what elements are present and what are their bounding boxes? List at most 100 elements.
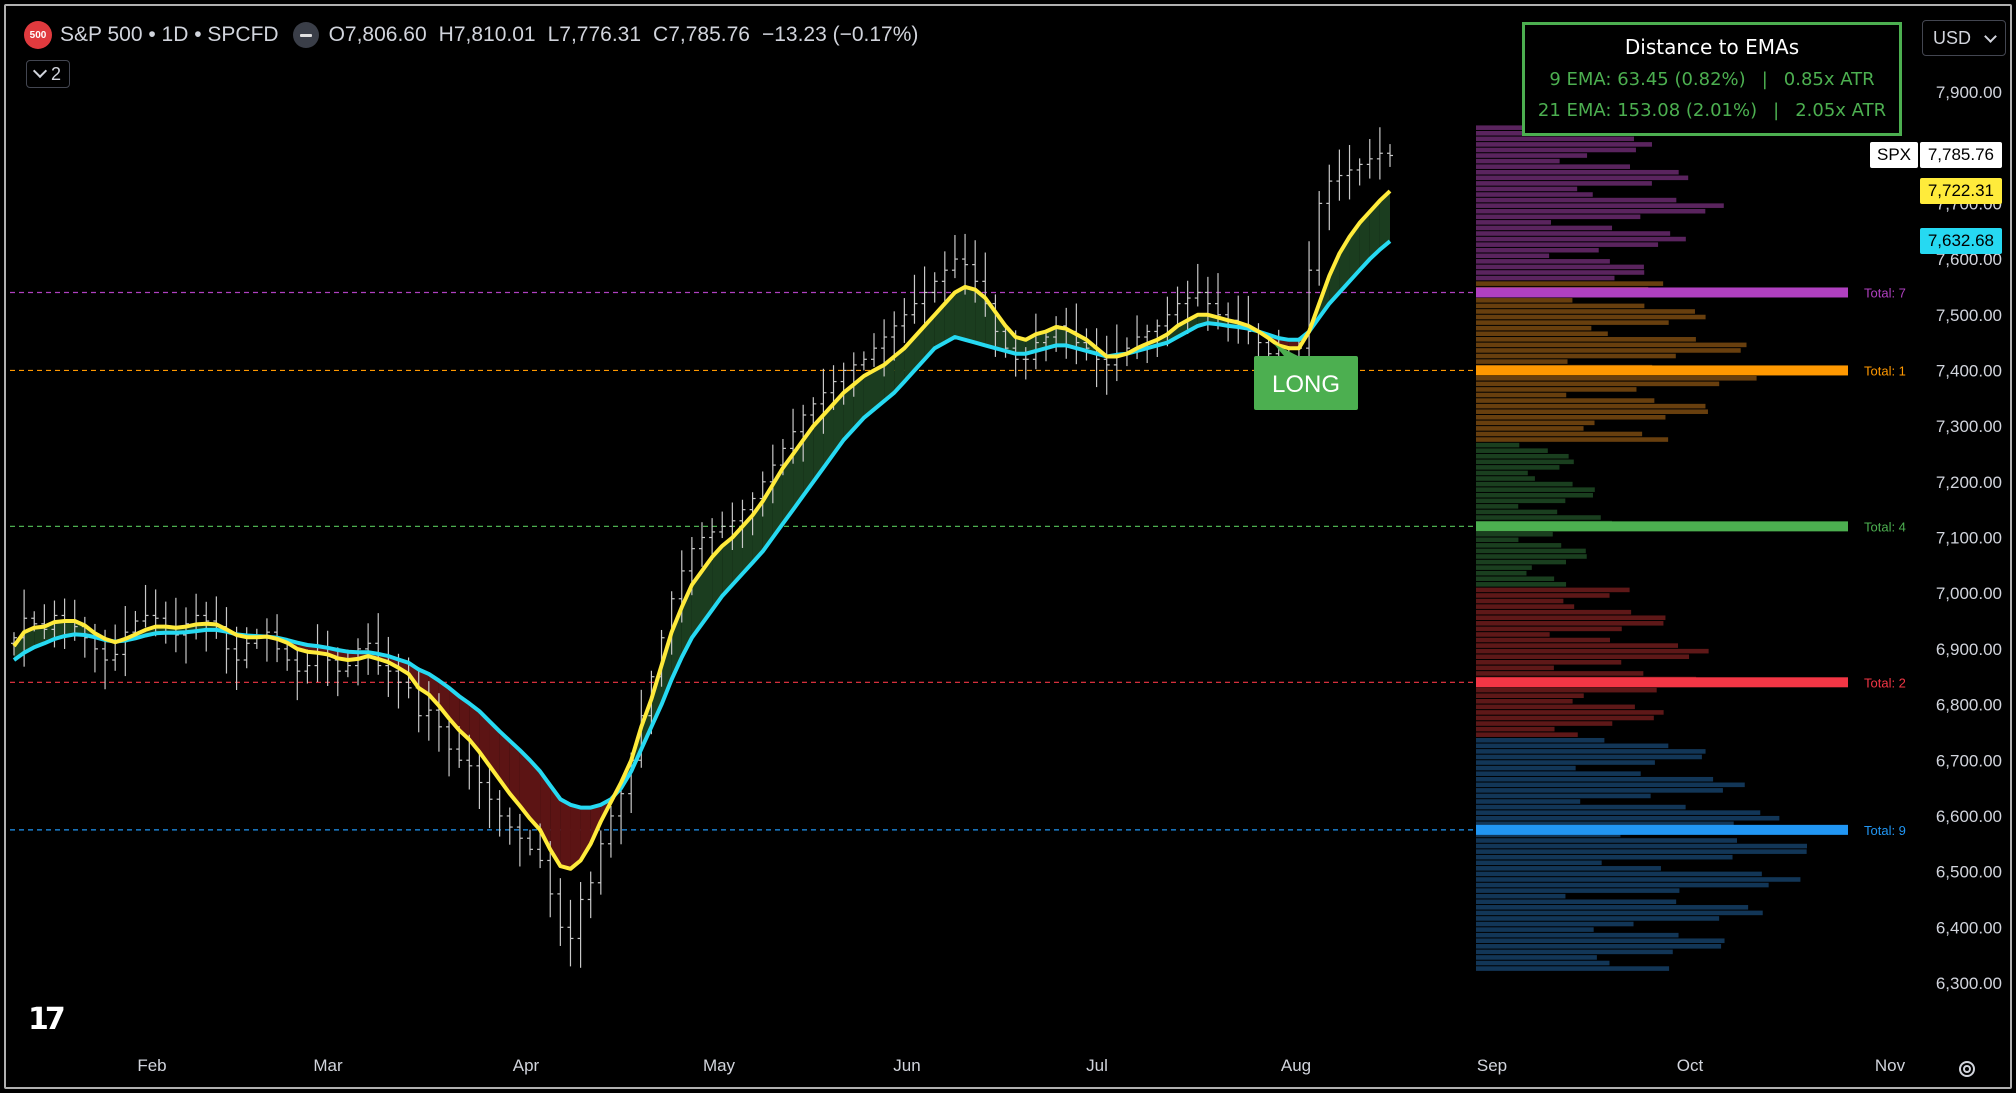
gear-icon[interactable] bbox=[1956, 1058, 1978, 1080]
volume-profile-bar bbox=[1476, 281, 1664, 286]
x-tick-label: Aug bbox=[1281, 1056, 1311, 1075]
volume-profile-bar bbox=[1476, 938, 1725, 944]
y-tick-label: 6,700.00 bbox=[1936, 751, 2002, 770]
volume-profile-bar bbox=[1476, 298, 1573, 303]
volume-profile-bar bbox=[1476, 169, 1679, 175]
indicators-collapse-button[interactable]: 2 bbox=[26, 60, 70, 88]
low-value: 7,776.31 bbox=[559, 23, 642, 46]
volume-profile-bar bbox=[1476, 743, 1669, 749]
y-tick-label: 7,900.00 bbox=[1936, 83, 2002, 102]
volume-profile-bar bbox=[1476, 398, 1655, 403]
volume-profile-bar bbox=[1476, 554, 1587, 559]
volume-profile-bar bbox=[1476, 392, 1567, 398]
volume-profile-bar bbox=[1476, 192, 1593, 197]
y-tick-label: 7,000.00 bbox=[1936, 584, 2002, 603]
volume-profile-bar bbox=[1476, 476, 1535, 481]
volume-profile-bar bbox=[1476, 593, 1610, 598]
volume-profile-bar bbox=[1476, 849, 1807, 854]
volume-profile-bar bbox=[1476, 632, 1550, 637]
level-total-label: Total: 2 bbox=[1864, 675, 1906, 690]
volume-profile-bar bbox=[1476, 788, 1723, 793]
volume-profile-bar bbox=[1476, 342, 1747, 348]
volume-profile-bar bbox=[1476, 570, 1527, 576]
volume-profile-bar bbox=[1476, 537, 1519, 543]
y-tick-label: 7,300.00 bbox=[1936, 417, 2002, 436]
volume-profile-bar bbox=[1476, 175, 1689, 181]
volume-profile-bar bbox=[1476, 153, 1588, 158]
last-price-tag: 7,785.76 bbox=[1920, 142, 2002, 169]
volume-profile-bar bbox=[1476, 214, 1641, 220]
volume-profile-bar bbox=[1476, 799, 1581, 804]
volume-profile-bar bbox=[1476, 882, 1769, 888]
volume-profile-bar bbox=[1476, 208, 1706, 214]
level-profile-bar bbox=[1476, 824, 1848, 835]
price-chart[interactable]: 6,300.00 6,400.00 6,500.00 6,600.00 6,700.00… bbox=[6, 6, 2010, 1087]
ema-distance-table: Distance to EMAs 9 EMA: 63.45 (0.82%) | … bbox=[1522, 22, 1902, 136]
x-tick-label: Sep bbox=[1477, 1056, 1507, 1075]
close-label: C bbox=[653, 23, 669, 46]
volume-profile-bar bbox=[1476, 810, 1761, 815]
volume-profile-bar bbox=[1476, 242, 1659, 247]
ema-ribbon-segment bbox=[965, 286, 976, 343]
volume-profile-bar bbox=[1476, 409, 1708, 414]
last-price-symbol-tag: SPX bbox=[1870, 142, 1918, 169]
volume-profile-bar bbox=[1476, 359, 1568, 364]
x-tick-label: Apr bbox=[513, 1056, 540, 1075]
y-tick-label: 7,200.00 bbox=[1936, 473, 2002, 492]
volume-profile-bar bbox=[1476, 498, 1566, 504]
level-total-label: Total: 9 bbox=[1864, 823, 1906, 838]
volume-profile-bar bbox=[1476, 966, 1670, 971]
ema21-price-tag: 7,632.68 bbox=[1920, 228, 2002, 255]
level-profile-bar bbox=[1476, 287, 1848, 298]
open-label: O bbox=[328, 23, 345, 46]
volume-profile-bar bbox=[1476, 470, 1528, 476]
volume-profile-bar bbox=[1476, 259, 1610, 264]
volume-profile-bar bbox=[1476, 687, 1657, 693]
chevron-down-icon bbox=[1984, 29, 1997, 43]
volume-profile-bar bbox=[1476, 465, 1560, 470]
volume-profile-bar bbox=[1476, 247, 1599, 253]
volume-profile-bar bbox=[1476, 732, 1578, 737]
tradingview-logo[interactable]: 17 bbox=[28, 1002, 66, 1037]
volume-profile-bar bbox=[1476, 487, 1595, 492]
ema21-price-value: 7,632.68 bbox=[1927, 231, 1994, 251]
ema21-separator: | bbox=[1773, 100, 1780, 121]
volume-profile-bar bbox=[1476, 721, 1613, 726]
volume-profile-bar bbox=[1476, 693, 1584, 698]
volume-profile-bar bbox=[1476, 598, 1564, 604]
volume-profile-bar bbox=[1476, 509, 1558, 515]
high-value: 7,810.01 bbox=[453, 23, 536, 46]
volume-profile-bar bbox=[1476, 910, 1763, 916]
volume-profile-bar bbox=[1476, 637, 1610, 643]
volume-profile-bar bbox=[1476, 899, 1677, 905]
hide-icon[interactable] bbox=[292, 22, 319, 48]
volume-profile-bar bbox=[1476, 420, 1595, 426]
volume-profile-bar bbox=[1476, 615, 1666, 621]
y-tick-label: 6,600.00 bbox=[1936, 807, 2002, 826]
volume-profile-bar bbox=[1476, 604, 1575, 609]
volume-profile-bar bbox=[1476, 142, 1652, 147]
level-profile-bar bbox=[1476, 365, 1848, 376]
volume-profile-bar bbox=[1476, 164, 1630, 169]
change-value: −13.23 (−0.17%) bbox=[761, 23, 919, 46]
currency-select[interactable]: USD bbox=[1922, 20, 2006, 56]
volume-profile-bar bbox=[1476, 793, 1651, 799]
volume-profile-bar bbox=[1476, 448, 1548, 453]
volume-profile-bar bbox=[1476, 749, 1706, 754]
volume-profile-bar bbox=[1476, 381, 1720, 387]
volume-profile-bar bbox=[1476, 565, 1532, 570]
volume-profile-bar bbox=[1476, 236, 1686, 242]
y-tick-label: 7,100.00 bbox=[1936, 529, 2002, 548]
volume-profile-bar bbox=[1476, 949, 1673, 955]
x-tick-label: Nov bbox=[1875, 1056, 1906, 1075]
volume-profile-bar bbox=[1476, 804, 1686, 810]
x-tick-label: Jul bbox=[1086, 1056, 1108, 1075]
ema9-separator: | bbox=[1761, 69, 1768, 90]
volume-profile-bar bbox=[1476, 181, 1652, 186]
last-price-symbol: SPX bbox=[1876, 145, 1912, 165]
ema9-row: 9 EMA: 63.45 (0.82%) | 0.85x ATR bbox=[1525, 69, 1899, 90]
volume-profile-bar bbox=[1476, 504, 1519, 509]
volume-profile-bar bbox=[1476, 704, 1635, 710]
y-tick-label: 6,400.00 bbox=[1936, 918, 2002, 937]
symbol-title[interactable]: S&P 500 • 1D • SPCFD bbox=[60, 23, 279, 47]
